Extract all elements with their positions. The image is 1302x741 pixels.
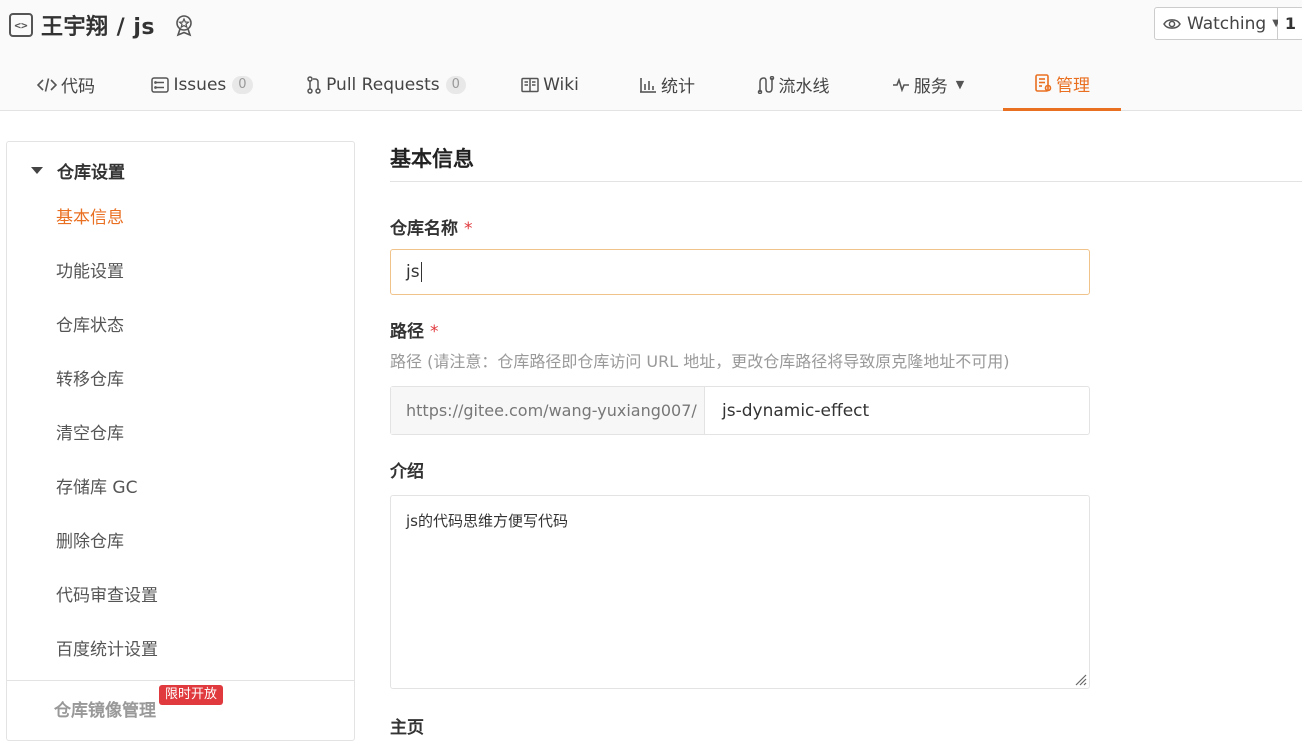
pr-count-badge: 0 bbox=[445, 75, 466, 94]
sidebar-item-baidu-stats[interactable]: 百度统计设置 bbox=[56, 638, 158, 662]
triangle-down-icon bbox=[31, 166, 43, 174]
tab-stats[interactable]: 统计 bbox=[630, 58, 704, 111]
path-label: 路径 * bbox=[390, 322, 439, 342]
sidebar-divider bbox=[7, 680, 354, 681]
sidebar-item-delete-repo[interactable]: 删除仓库 bbox=[56, 530, 124, 554]
repo-name-label: 仓库名称 * bbox=[390, 219, 473, 239]
sidebar-item-repo-gc[interactable]: 存储库 GC bbox=[56, 476, 137, 500]
repo-title-bar: <> 王宇翔 / js bbox=[9, 8, 197, 42]
repo-name-input[interactable]: js bbox=[390, 249, 1090, 295]
sidebar-section-mirror[interactable]: 仓库镜像管理 bbox=[54, 696, 156, 721]
sidebar-item-transfer-repo[interactable]: 转移仓库 bbox=[56, 368, 124, 392]
manage-icon bbox=[1034, 74, 1052, 92]
required-mark: * bbox=[464, 219, 473, 239]
tab-services[interactable]: 服务 ▼ bbox=[882, 58, 978, 111]
path-prefix: https://gitee.com/wang-yuxiang007/ bbox=[391, 387, 705, 434]
code-repo-icon: <> bbox=[9, 13, 33, 37]
pulse-icon bbox=[892, 77, 910, 92]
resize-grip-icon[interactable] bbox=[1073, 672, 1087, 686]
sidebar-item-basic-info[interactable]: 基本信息 bbox=[56, 206, 124, 230]
wiki-icon bbox=[521, 77, 539, 93]
page-title: 基本信息 bbox=[390, 147, 474, 171]
description-label: 介绍 bbox=[390, 462, 424, 482]
tab-pipeline[interactable]: 流水线 bbox=[746, 58, 840, 111]
sidebar-item-clear-repo[interactable]: 清空仓库 bbox=[56, 422, 124, 446]
pipeline-icon bbox=[757, 75, 775, 94]
issues-icon bbox=[151, 76, 170, 93]
pull-request-icon bbox=[306, 75, 322, 94]
tab-manage[interactable]: 管理 bbox=[1003, 58, 1121, 111]
award-icon[interactable] bbox=[171, 12, 197, 38]
text-cursor bbox=[420, 262, 422, 282]
homepage-label: 主页 bbox=[390, 718, 424, 738]
tab-pull-requests[interactable]: Pull Requests 0 bbox=[302, 58, 470, 111]
watch-group: Watching ▼ 1 bbox=[1154, 7, 1302, 40]
tab-code[interactable]: 代码 bbox=[28, 58, 104, 111]
issues-count-badge: 0 bbox=[232, 75, 253, 94]
sidebar-section-repo-settings[interactable]: 仓库设置 bbox=[31, 158, 125, 183]
sidebar-item-feature-settings[interactable]: 功能设置 bbox=[56, 260, 124, 284]
limited-badge: 限时开放 bbox=[159, 685, 224, 705]
path-input[interactable]: js-dynamic-effect bbox=[705, 387, 1089, 434]
description-textarea[interactable]: js的代码思维方便写代码 bbox=[390, 495, 1090, 689]
tab-wiki[interactable]: Wiki bbox=[514, 58, 586, 111]
required-mark: * bbox=[430, 322, 439, 342]
repo-header: <> 王宇翔 / js Watching ▼ 1 代码 Issues 0 Pul… bbox=[0, 0, 1302, 111]
stats-icon bbox=[639, 77, 657, 93]
code-icon bbox=[37, 77, 57, 93]
settings-sidebar: 仓库设置 基本信息 功能设置 仓库状态 转移仓库 清空仓库 存储库 GC 删除仓… bbox=[6, 141, 355, 741]
repo-tabs: 代码 Issues 0 Pull Requests 0 Wiki 统计 流水线 … bbox=[0, 58, 1302, 111]
sidebar-item-repo-status[interactable]: 仓库状态 bbox=[56, 314, 124, 338]
sidebar-item-code-review[interactable]: 代码审查设置 bbox=[56, 584, 158, 608]
caret-down-icon: ▼ bbox=[955, 78, 965, 91]
path-hint: 路径 (请注意：仓库路径即仓库访问 URL 地址，更改仓库路径将导致原克隆地址不… bbox=[390, 352, 1010, 371]
repo-name-link[interactable]: 王宇翔 / js bbox=[41, 9, 155, 41]
watch-label: Watching bbox=[1187, 13, 1267, 34]
title-divider bbox=[390, 181, 1302, 182]
watch-count[interactable]: 1 bbox=[1278, 7, 1302, 40]
eye-icon bbox=[1163, 17, 1181, 31]
path-input-group: https://gitee.com/wang-yuxiang007/ js-dy… bbox=[390, 386, 1090, 435]
tab-issues[interactable]: Issues 0 bbox=[146, 58, 258, 111]
watch-button[interactable]: Watching ▼ bbox=[1154, 7, 1280, 40]
